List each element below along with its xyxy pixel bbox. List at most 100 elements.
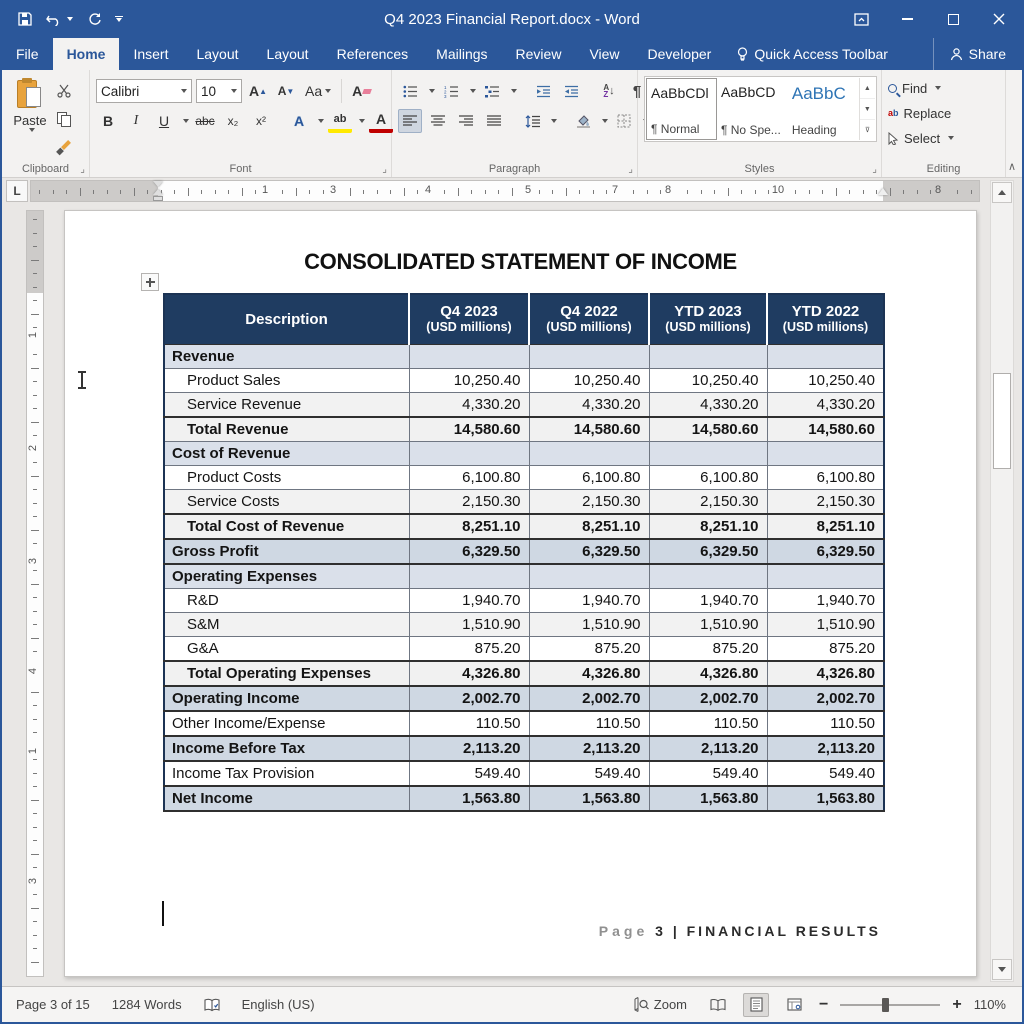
row-value[interactable]: 14,580.60 [409, 417, 529, 442]
row-value[interactable]: 2,113.20 [529, 736, 649, 761]
row-value[interactable]: 2,002.70 [529, 686, 649, 711]
row-value[interactable]: 110.50 [649, 711, 767, 736]
column-header[interactable]: Description [164, 294, 409, 344]
row-label[interactable]: Total Cost of Revenue [164, 514, 409, 539]
tab-layout[interactable]: Layout [182, 38, 252, 70]
row-value[interactable]: 1,940.70 [649, 588, 767, 612]
highlight-dropdown-icon[interactable] [359, 119, 365, 123]
row-value[interactable] [409, 564, 529, 589]
select-dropdown-icon[interactable] [948, 136, 954, 140]
column-header[interactable]: Q4 2023(USD millions) [409, 294, 529, 344]
tab-home[interactable]: Home [53, 38, 120, 70]
row-value[interactable]: 4,330.20 [649, 392, 767, 417]
row-value[interactable]: 1,510.90 [767, 612, 884, 636]
row-value[interactable]: 4,330.20 [409, 392, 529, 417]
row-value[interactable]: 549.40 [529, 761, 649, 786]
row-value[interactable]: 10,250.40 [529, 368, 649, 392]
row-value[interactable]: 549.40 [767, 761, 884, 786]
row-value[interactable] [409, 344, 529, 368]
numbering-dropdown-icon[interactable] [470, 89, 476, 93]
bullets-button[interactable] [398, 79, 422, 103]
row-value[interactable]: 6,100.80 [529, 465, 649, 489]
style-normal[interactable]: AaBbCDl ¶ Normal [646, 78, 717, 140]
maximize-button[interactable] [930, 0, 976, 38]
tab-developer[interactable]: Developer [634, 38, 726, 70]
superscript-button[interactable]: x² [249, 109, 273, 133]
row-value[interactable]: 2,150.30 [649, 489, 767, 514]
row-value[interactable]: 1,510.90 [649, 612, 767, 636]
paragraph-dialog-launcher[interactable]: ⌟ [628, 164, 633, 175]
share-button[interactable]: Share [933, 38, 1022, 70]
row-value[interactable]: 8,251.10 [649, 514, 767, 539]
styles-gallery-expand-icon[interactable]: ⊽ [860, 120, 875, 140]
minimize-button[interactable] [884, 0, 930, 38]
row-value[interactable]: 6,100.80 [649, 465, 767, 489]
word-count[interactable]: 1284 Words [112, 997, 182, 1012]
underline-dropdown-icon[interactable] [183, 119, 189, 123]
highlight-color-button[interactable]: ab [328, 109, 352, 133]
styles-scroll-up-icon[interactable]: ▲ [860, 78, 875, 99]
find-dropdown-icon[interactable] [935, 86, 941, 90]
row-value[interactable]: 14,580.60 [529, 417, 649, 442]
tab-review[interactable]: Review [502, 38, 576, 70]
tab-file[interactable]: File [2, 38, 53, 70]
shading-button[interactable] [571, 109, 595, 133]
row-value[interactable] [649, 441, 767, 465]
row-value[interactable] [409, 441, 529, 465]
row-value[interactable]: 875.20 [649, 636, 767, 661]
proofing-icon[interactable] [204, 998, 220, 1012]
multilevel-dropdown-icon[interactable] [511, 89, 517, 93]
column-header[interactable]: YTD 2023(USD millions) [649, 294, 767, 344]
row-value[interactable]: 2,002.70 [409, 686, 529, 711]
row-value[interactable]: 1,510.90 [529, 612, 649, 636]
row-value[interactable]: 1,563.80 [767, 786, 884, 811]
row-value[interactable]: 549.40 [649, 761, 767, 786]
tab-mailings[interactable]: Mailings [422, 38, 501, 70]
undo-dropdown-icon[interactable] [67, 17, 73, 21]
row-label[interactable]: Other Income/Expense [164, 711, 409, 736]
document-heading[interactable]: CONSOLIDATED STATEMENT OF INCOME [65, 249, 976, 275]
row-value[interactable] [529, 441, 649, 465]
bullets-dropdown-icon[interactable] [429, 89, 435, 93]
row-value[interactable] [767, 344, 884, 368]
row-value[interactable]: 875.20 [529, 636, 649, 661]
paste-button[interactable]: Paste [8, 76, 52, 159]
change-case-button[interactable]: Aa [302, 79, 334, 103]
hanging-indent-marker[interactable] [153, 189, 163, 195]
row-value[interactable]: 875.20 [409, 636, 529, 661]
row-value[interactable]: 110.50 [529, 711, 649, 736]
row-label[interactable]: Total Revenue [164, 417, 409, 442]
row-value[interactable] [767, 441, 884, 465]
row-value[interactable]: 8,251.10 [529, 514, 649, 539]
row-label[interactable]: Service Revenue [164, 392, 409, 417]
line-spacing-button[interactable] [520, 109, 544, 133]
left-indent-marker[interactable] [153, 196, 163, 201]
zoom-in-button[interactable]: + [952, 996, 961, 1014]
format-painter-icon[interactable] [52, 137, 76, 159]
row-label[interactable]: Service Costs [164, 489, 409, 514]
font-dialog-launcher[interactable]: ⌟ [382, 164, 387, 175]
tab-insert[interactable]: Insert [119, 38, 182, 70]
decrease-indent-button[interactable] [531, 79, 555, 103]
row-value[interactable]: 10,250.40 [649, 368, 767, 392]
tab-stop-selector[interactable]: L [6, 180, 28, 202]
row-label[interactable]: Revenue [164, 344, 409, 368]
row-value[interactable]: 8,251.10 [767, 514, 884, 539]
row-value[interactable]: 6,100.80 [767, 465, 884, 489]
row-value[interactable]: 2,113.20 [767, 736, 884, 761]
style-no-spacing[interactable]: AaBbCD ¶ No Spe... [717, 78, 788, 140]
row-value[interactable]: 2,113.20 [649, 736, 767, 761]
row-value[interactable]: 875.20 [767, 636, 884, 661]
numbering-button[interactable]: 123 [439, 79, 463, 103]
save-icon[interactable] [18, 12, 32, 26]
row-value[interactable]: 110.50 [767, 711, 884, 736]
row-value[interactable]: 2,002.70 [649, 686, 767, 711]
page-footer[interactable]: Page 3 | FINANCIAL RESULTS [599, 923, 881, 939]
row-value[interactable]: 6,100.80 [409, 465, 529, 489]
multilevel-list-button[interactable] [480, 79, 504, 103]
zoom-tool[interactable]: Zoom [633, 997, 687, 1012]
web-layout-icon[interactable] [781, 993, 807, 1017]
row-label[interactable]: Total Operating Expenses [164, 661, 409, 686]
vertical-scrollbar[interactable] [990, 180, 1014, 982]
bold-button[interactable]: B [96, 109, 120, 133]
